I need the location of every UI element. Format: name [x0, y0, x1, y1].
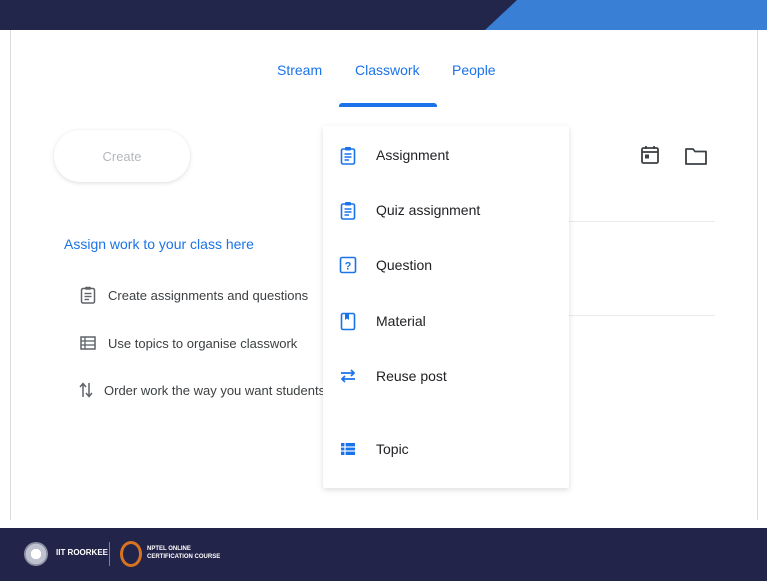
- hint-create-assignments: Create assignments and questions: [78, 285, 323, 305]
- assignment-icon: [78, 285, 98, 305]
- course-name: NPTEL ONLINE CERTIFICATION COURSE: [147, 545, 220, 561]
- folder-icon[interactable]: [684, 145, 708, 167]
- menu-item-label: Quiz assignment: [376, 202, 481, 218]
- nptel-logo: [120, 541, 142, 567]
- topic-icon: [78, 333, 98, 353]
- menu-item-topic[interactable]: Topic: [323, 429, 569, 469]
- tab-stream[interactable]: Stream: [277, 62, 322, 78]
- menu-item-question[interactable]: ? Question: [323, 245, 569, 285]
- menu-item-assignment[interactable]: Assignment: [323, 135, 569, 175]
- menu-item-label: Topic: [376, 441, 409, 457]
- divider: [569, 315, 715, 316]
- menu-item-reuse-post[interactable]: Reuse post: [323, 356, 569, 396]
- course-line-1: NPTEL ONLINE: [147, 546, 191, 552]
- hint-text: Create assignments and questions: [108, 287, 309, 303]
- menu-item-label: Reuse post: [376, 368, 447, 384]
- footer-divider: [109, 542, 110, 566]
- hint-order-work: Order work the way you want students to …: [78, 380, 323, 400]
- create-button[interactable]: Create: [54, 130, 190, 182]
- material-icon: [338, 311, 358, 331]
- hint-use-topics: Use topics to organise classwork: [78, 333, 323, 353]
- calendar-icon[interactable]: [639, 144, 661, 166]
- menu-item-quiz-assignment[interactable]: Quiz assignment: [323, 190, 569, 230]
- menu-item-material[interactable]: Material: [323, 301, 569, 341]
- tab-classwork[interactable]: Classwork: [355, 62, 420, 78]
- menu-item-label: Material: [376, 313, 426, 329]
- tab-bar: Stream Classwork People: [0, 62, 767, 112]
- assignment-icon: [338, 145, 358, 165]
- divider: [569, 221, 715, 222]
- org-name: IIT ROORKEE: [56, 548, 109, 557]
- course-line-2: CERTIFICATION COURSE: [147, 554, 221, 560]
- assign-work-heading: Assign work to your class here: [64, 236, 254, 252]
- reorder-icon: [78, 380, 94, 400]
- quiz-assignment-icon: [338, 200, 358, 220]
- create-menu: Assignment Quiz assignment ? Question Ma…: [323, 126, 569, 488]
- menu-item-label: Assignment: [376, 147, 450, 163]
- reuse-icon: [338, 366, 358, 386]
- banner-accent-shape: [485, 0, 767, 30]
- footer-band: IIT ROORKEE NPTEL ONLINE CERTIFICATION C…: [0, 528, 767, 581]
- topic-icon: [338, 439, 358, 459]
- hint-text: Order work the way you want students to …: [104, 382, 323, 398]
- hint-text: Use topics to organise classwork: [108, 335, 298, 351]
- svg-text:?: ?: [345, 261, 352, 273]
- tab-people[interactable]: People: [452, 62, 496, 78]
- menu-item-label: Question: [376, 257, 433, 273]
- iit-roorkee-logo: [24, 542, 48, 566]
- top-banner: [0, 0, 767, 30]
- question-icon: ?: [338, 255, 358, 275]
- active-tab-indicator: [339, 103, 437, 107]
